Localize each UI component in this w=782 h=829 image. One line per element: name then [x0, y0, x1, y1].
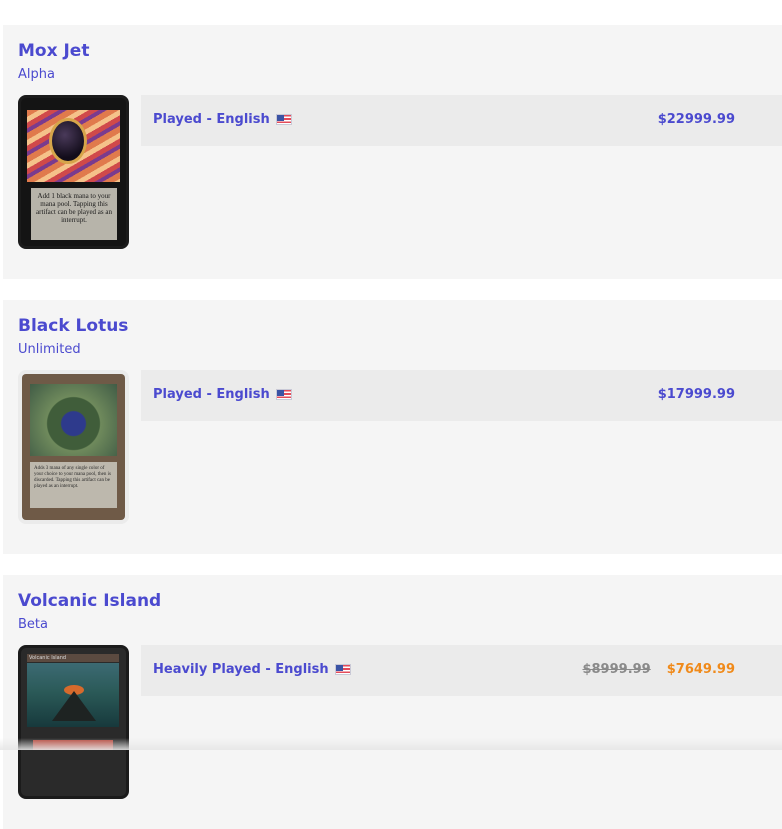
- condition-label[interactable]: Played - English: [153, 387, 292, 402]
- card-set-label: Alpha: [18, 67, 55, 82]
- card-name-link[interactable]: Volcanic Island: [18, 591, 161, 611]
- price: $17999.99: [657, 387, 735, 402]
- sale-price: $7649.99: [666, 662, 735, 677]
- lotus-art: [30, 384, 117, 456]
- condition-text: Played - English: [153, 387, 270, 402]
- card-title-bar: Volcanic Island: [27, 654, 119, 662]
- offer-row[interactable]: Played - English $22999.99: [141, 95, 782, 146]
- card-set-label: Beta: [18, 617, 48, 632]
- card-image[interactable]: Volcanic Island: [18, 645, 129, 799]
- mox-gem-art: [49, 118, 87, 164]
- offer-row[interactable]: Heavily Played - English $8999.99 $7649.…: [141, 645, 782, 696]
- price-group: $22999.99: [658, 112, 735, 127]
- card-rules-text: Add 1 black mana to your mana pool. Tapp…: [31, 188, 117, 240]
- listing-card: Volcanic Island Beta Volcanic Island Hea…: [3, 575, 782, 829]
- original-price: $8999.99: [582, 662, 651, 677]
- card-image[interactable]: Adds 3 mana of any single color of your …: [18, 370, 129, 524]
- offer-row[interactable]: Played - English $17999.99: [141, 370, 782, 421]
- condition-label[interactable]: Heavily Played - English: [153, 662, 351, 677]
- condition-text: Heavily Played - English: [153, 662, 329, 677]
- card-image[interactable]: Add 1 black mana to your mana pool. Tapp…: [18, 95, 129, 249]
- price: $22999.99: [657, 112, 735, 127]
- card-name-link[interactable]: Black Lotus: [18, 316, 128, 336]
- price-group: $8999.99 $7649.99: [582, 662, 735, 677]
- us-flag-icon: [275, 389, 292, 400]
- card-set-label: Unlimited: [18, 342, 81, 357]
- condition-text: Played - English: [153, 112, 270, 127]
- us-flag-icon: [275, 114, 292, 125]
- listing-card: Mox Jet Alpha Add 1 black mana to your m…: [3, 25, 782, 279]
- card-frame: Adds 3 mana of any single color of your …: [22, 374, 125, 520]
- us-flag-icon: [334, 664, 351, 675]
- scroll-fade: [0, 738, 782, 750]
- card-rules-text: Adds 3 mana of any single color of your …: [30, 462, 117, 508]
- mountain-art: [52, 691, 96, 721]
- condition-label[interactable]: Played - English: [153, 112, 292, 127]
- price-group: $17999.99: [658, 387, 735, 402]
- listing-card: Black Lotus Unlimited Adds 3 mana of any…: [3, 300, 782, 554]
- card-name-link[interactable]: Mox Jet: [18, 41, 89, 61]
- volcano-art: [27, 663, 119, 727]
